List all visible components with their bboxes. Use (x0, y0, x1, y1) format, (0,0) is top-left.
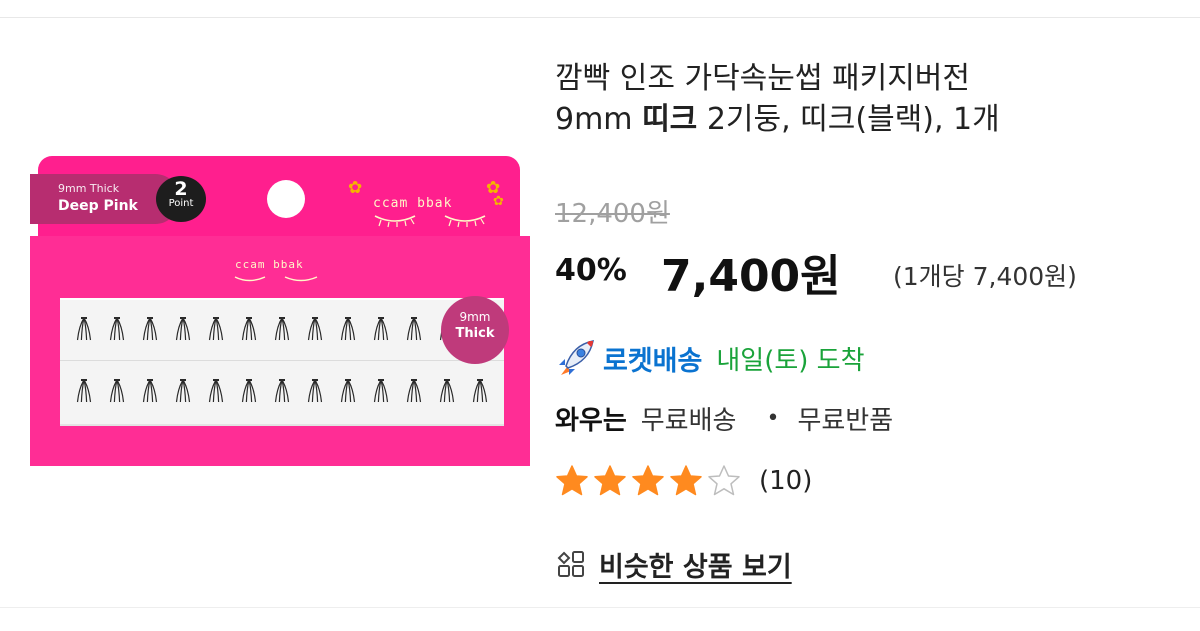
point-number: 2 (174, 178, 188, 200)
lash-clusters (76, 317, 488, 403)
product-image[interactable]: ccam bbak ✿ ✿ ✿ 9mm Thick Deep Pink 2 Po… (30, 150, 530, 470)
delivery-info: 로켓배송 내일(토) 도착 (553, 336, 865, 380)
lash-cluster (340, 379, 356, 403)
similar-products-label[interactable]: 비슷한 상품 보기 (599, 545, 792, 584)
lash-cluster (274, 379, 290, 403)
lash-tray (60, 298, 504, 426)
lash-cluster (307, 379, 323, 403)
point-label: Point (168, 198, 194, 209)
lash-cluster (373, 379, 389, 403)
flower-icon: ✿ (493, 194, 504, 209)
star-rating (555, 464, 745, 498)
star-filled-icon (670, 465, 702, 496)
lash-cluster (109, 379, 125, 403)
similar-products-link[interactable]: 비슷한 상품 보기 (555, 545, 792, 584)
sale-price: 7,400원 (661, 251, 841, 302)
star-filled-icon (594, 465, 626, 496)
lash-cluster (241, 317, 257, 341)
lash-cluster (142, 317, 158, 341)
wow-benefits: 와우는 무료배송 • 무료반품 (555, 400, 893, 437)
closed-eye-icon (374, 215, 486, 228)
star-filled-icon (632, 465, 664, 496)
thickness-label: Thick (455, 326, 495, 341)
original-price: 12,400원 (555, 199, 670, 229)
free-shipping: 무료배송 (640, 406, 737, 436)
lash-cluster (472, 379, 488, 403)
title-line-1: 깜빡 인조 가닥속눈썹 패키지버전 (555, 61, 971, 96)
lash-cluster (208, 379, 224, 403)
lash-cluster (208, 317, 224, 341)
review-count[interactable]: (10) (759, 466, 812, 496)
lash-cluster (406, 379, 422, 403)
lash-cluster (175, 317, 191, 341)
thickness-length: 9mm (459, 310, 491, 324)
lash-cluster (76, 379, 92, 403)
bottom-divider (0, 607, 1200, 608)
lash-cluster (274, 317, 290, 341)
rocket-icon (559, 340, 594, 375)
package-brand-top: ccam bbak (373, 196, 453, 211)
lash-cluster (340, 317, 356, 341)
star-empty-icon (708, 465, 740, 496)
wow-label: 와우는 (555, 406, 627, 436)
lash-cluster (307, 317, 323, 341)
lash-cluster (109, 317, 125, 341)
flower-icon: ✿ (348, 178, 363, 198)
point-badge: 2 Point (156, 176, 206, 222)
grid-icon (557, 550, 584, 577)
discount-rate: 40% (555, 253, 627, 288)
separator-dot: • (766, 406, 780, 431)
lash-cluster (406, 317, 422, 341)
lash-cluster (142, 379, 158, 403)
lash-cluster (373, 317, 389, 341)
tray-divider (60, 360, 504, 361)
rating[interactable]: (10) (555, 464, 812, 498)
arrival-date: 내일(토) 도착 (716, 345, 865, 376)
title-option: 2기둥, 띠크(블랙), 1개 (697, 102, 1000, 137)
thickness-badge: 9mm Thick (441, 296, 509, 364)
lash-cluster (175, 379, 191, 403)
lash-cluster (241, 379, 257, 403)
free-return: 무료반품 (797, 406, 894, 436)
lash-cluster (76, 317, 92, 341)
title-keyword: 띠크 (642, 102, 698, 137)
closed-eye-icon (234, 276, 318, 282)
top-divider (0, 17, 1200, 18)
package-brand: ccam bbak (235, 258, 304, 271)
product-title: 깜빡 인조 가닥속눈썹 패키지버전 9mm 띠크 2기둥, 띠크(블랙), 1개 (555, 58, 1175, 140)
lash-cluster (439, 379, 455, 403)
title-size: 9mm (555, 102, 643, 137)
hanger-hole (267, 180, 305, 218)
unit-price: (1개당 7,400원) (893, 262, 1077, 291)
rocket-delivery-label: 로켓배송 (603, 345, 703, 377)
star-filled-icon (556, 465, 588, 496)
